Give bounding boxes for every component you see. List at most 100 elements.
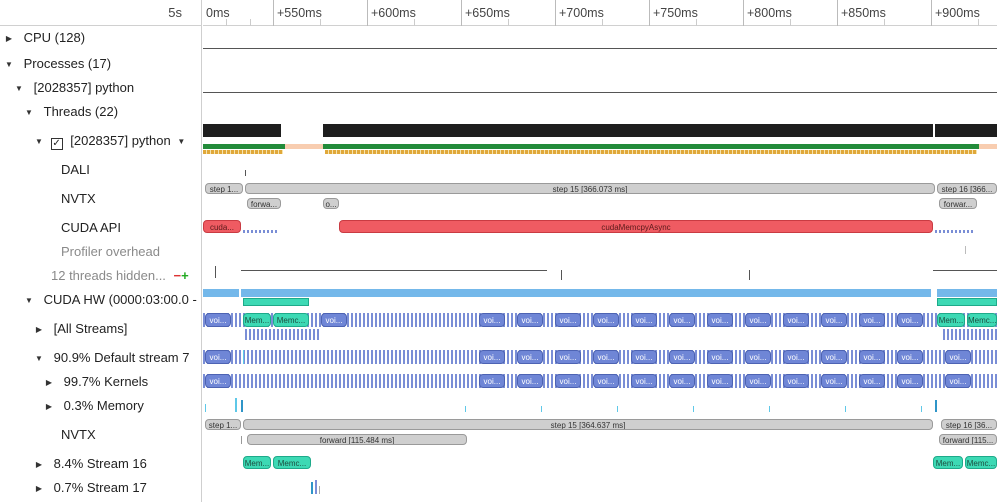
memcpy[interactable]: Memc... <box>967 313 997 327</box>
time-ruler[interactable]: 0ms +550ms +600ms +650ms +700ms +750ms +… <box>203 0 997 26</box>
kernel[interactable]: voi... <box>821 350 847 364</box>
nvtx-range[interactable]: forwar... <box>939 198 977 209</box>
memcpy[interactable]: Mem... <box>933 456 963 469</box>
kernel[interactable]: voi... <box>945 374 971 388</box>
kernel[interactable]: voi... <box>821 374 847 388</box>
nvtx-range[interactable]: step 1... <box>205 419 241 430</box>
kernel[interactable]: voi... <box>783 374 809 388</box>
expand-down-icon[interactable]: ▼ <box>14 81 24 97</box>
kernel[interactable]: voi... <box>783 313 809 327</box>
kernel[interactable]: voi... <box>517 350 543 364</box>
expand-down-icon[interactable]: ▼ <box>34 134 44 150</box>
kernel[interactable]: voi... <box>859 313 885 327</box>
collapse-minus-icon[interactable]: − <box>174 268 182 283</box>
expand-down-icon[interactable]: ▼ <box>34 351 44 367</box>
kernel[interactable]: voi... <box>821 313 847 327</box>
kernel[interactable]: voi... <box>479 374 505 388</box>
nsight-systems-timeline: 5s ▶ CPU (128) ▼ Processes (17) ▼ [20283… <box>0 0 997 502</box>
thread-state[interactable] <box>323 144 979 149</box>
kernel[interactable]: voi... <box>555 350 581 364</box>
gpu-utilization[interactable] <box>241 289 931 297</box>
kernel[interactable]: voi... <box>321 313 347 327</box>
nvtx-range[interactable]: o... <box>323 198 339 209</box>
nvtx-range[interactable]: forward [115.484 ms] <box>247 434 467 445</box>
kernel[interactable]: voi... <box>631 374 657 388</box>
cuda-api-call[interactable]: cuda... <box>203 220 241 233</box>
memcpy[interactable]: Mem... <box>937 313 965 327</box>
gpu-utilization[interactable] <box>203 289 239 297</box>
memcpy[interactable]: Memc... <box>273 456 311 469</box>
expand-right-icon[interactable]: ▶ <box>34 322 44 338</box>
kernel[interactable]: voi... <box>593 374 619 388</box>
kernel[interactable]: voi... <box>897 313 923 327</box>
tree-row-threads[interactable]: ▼ Threads (22) <box>24 104 226 121</box>
kernel[interactable]: voi... <box>631 313 657 327</box>
kernel[interactable]: voi... <box>707 350 733 364</box>
kernel[interactable]: voi... <box>555 313 581 327</box>
kernel[interactable]: voi... <box>205 350 231 364</box>
nvtx-range[interactable]: step 1... <box>205 183 243 194</box>
thread-cpu-usage[interactable] <box>323 124 933 137</box>
tree-row-processes[interactable]: ▼ Processes (17) <box>4 56 206 73</box>
thread-state[interactable] <box>203 144 285 149</box>
kernel[interactable]: voi... <box>205 374 231 388</box>
expand-right-icon[interactable]: ▶ <box>44 399 54 415</box>
tree-row-cpu[interactable]: ▶ CPU (128) <box>4 30 206 47</box>
dropdown-caret-icon[interactable]: ▼ <box>176 134 186 150</box>
kernel[interactable]: voi... <box>517 374 543 388</box>
gpu-memcpy-activity[interactable] <box>937 298 997 306</box>
kernel[interactable]: voi... <box>707 313 733 327</box>
kernel[interactable]: voi... <box>669 350 695 364</box>
expand-down-icon[interactable]: ▼ <box>4 57 14 73</box>
kernel[interactable]: voi... <box>631 350 657 364</box>
nvtx-range[interactable]: step 15 [366.073 ms] <box>245 183 935 194</box>
nvtx-range[interactable]: step 16 [36... <box>941 419 997 430</box>
thread-cpu-usage[interactable] <box>935 124 997 137</box>
memcpy[interactable]: Mem... <box>243 313 271 327</box>
kernel[interactable]: voi... <box>745 374 771 388</box>
hidden-thread-marker <box>749 270 750 280</box>
gpu-utilization[interactable] <box>937 289 997 297</box>
expand-right-icon[interactable]: ▶ <box>4 31 14 47</box>
kernel[interactable]: voi... <box>669 374 695 388</box>
kernel[interactable]: voi... <box>517 313 543 327</box>
kernel[interactable]: voi... <box>897 374 923 388</box>
thread-checkbox[interactable]: ✓ <box>50 138 63 150</box>
thread-cpu-usage[interactable] <box>203 124 281 137</box>
memcpy[interactable]: Memc... <box>965 456 997 469</box>
kernel[interactable]: voi... <box>669 313 695 327</box>
memcpy[interactable]: Mem... <box>243 456 271 469</box>
kernel[interactable]: voi... <box>555 374 581 388</box>
kernel[interactable]: voi... <box>479 350 505 364</box>
expand-right-icon[interactable]: ▶ <box>44 375 54 391</box>
kernel[interactable]: voi... <box>707 374 733 388</box>
kernel[interactable]: voi... <box>859 350 885 364</box>
nvtx-range[interactable]: forward [115... <box>939 434 997 445</box>
nvtx-range[interactable]: forwa... <box>247 198 281 209</box>
kernel[interactable]: voi... <box>479 313 505 327</box>
kernel[interactable]: voi... <box>783 350 809 364</box>
kernel[interactable]: voi... <box>205 313 231 327</box>
timeline-area[interactable]: 0ms +550ms +600ms +650ms +700ms +750ms +… <box>203 0 997 502</box>
kernel[interactable]: voi... <box>593 350 619 364</box>
tree-row-process[interactable]: ▼ [2028357] python <box>14 80 216 97</box>
expand-down-icon[interactable]: ▼ <box>24 293 34 309</box>
nvtx-range[interactable]: step 16 [366... <box>937 183 997 194</box>
hidden-thread-line <box>933 270 997 271</box>
kernel[interactable]: voi... <box>859 374 885 388</box>
nvtx-range[interactable]: step 15 [364.637 ms] <box>243 419 933 430</box>
kernel[interactable]: voi... <box>745 313 771 327</box>
kernel[interactable]: voi... <box>945 350 971 364</box>
memcpy[interactable]: Memc... <box>273 313 309 327</box>
thread-samples <box>325 150 977 154</box>
kernel[interactable]: voi... <box>745 350 771 364</box>
gpu-memcpy-activity[interactable] <box>243 298 309 306</box>
tree-row-cuda-hw[interactable]: ▼ CUDA HW (0000:03:00.0 - <box>24 292 226 309</box>
expand-right-icon[interactable]: ▶ <box>34 457 44 473</box>
expand-down-icon[interactable]: ▼ <box>24 105 34 121</box>
cuda-api-call[interactable]: cudaMemcpyAsync <box>339 220 933 233</box>
kernel[interactable]: voi... <box>897 350 923 364</box>
expand-plus-icon[interactable]: + <box>181 268 189 283</box>
expand-right-icon[interactable]: ▶ <box>34 481 44 497</box>
kernel[interactable]: voi... <box>593 313 619 327</box>
